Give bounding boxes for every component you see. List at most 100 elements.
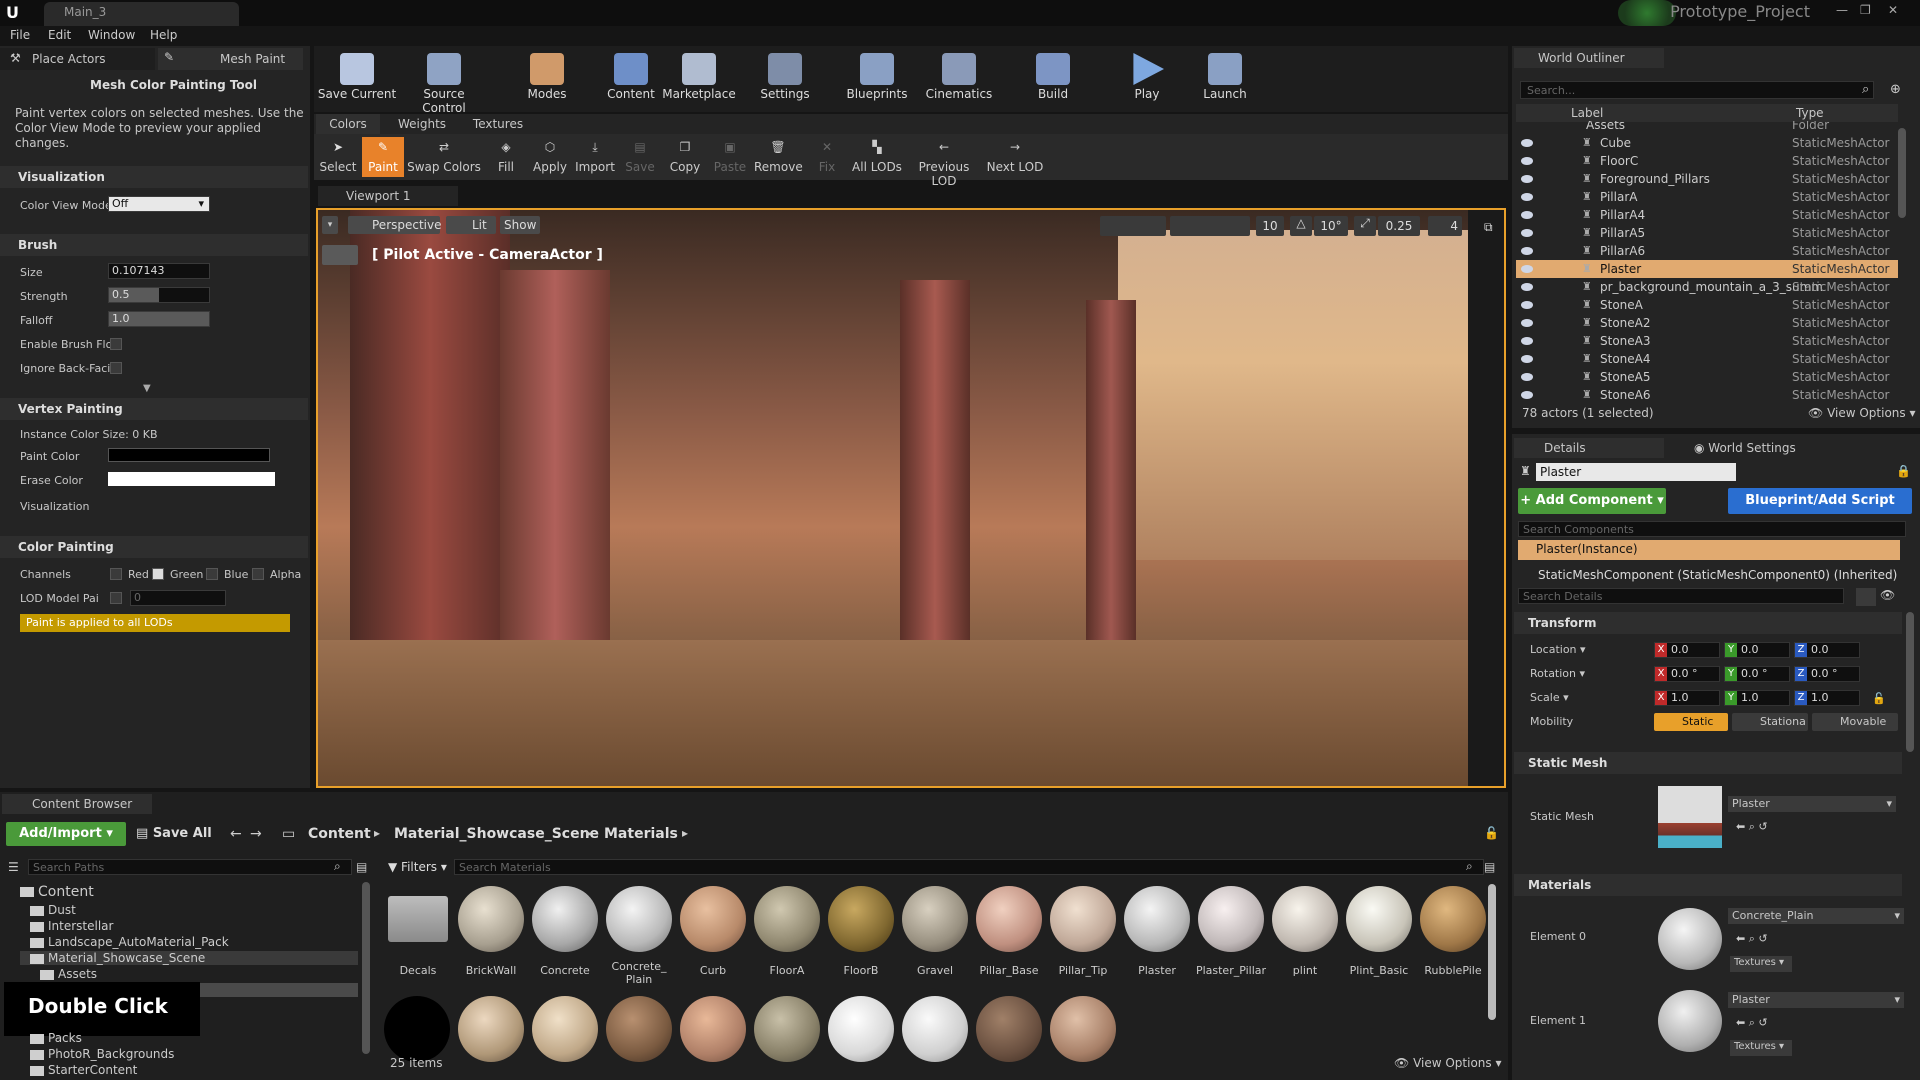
next-lod-button[interactable]: → Next LOD [984, 137, 1046, 177]
size-field[interactable]: 0.107143 [108, 263, 210, 279]
save-all-button[interactable]: ▤ Save All [136, 826, 212, 841]
save-current-button[interactable]: Save Current [316, 50, 398, 108]
path-view-options-icon[interactable]: ▤ [356, 860, 370, 874]
tab-weights[interactable]: Weights [390, 114, 454, 134]
outliner-view-options[interactable]: 👁 View Options ▾ [1808, 406, 1916, 420]
visibility-eye-icon[interactable] [1521, 265, 1533, 273]
erase-color-swatch[interactable] [108, 472, 275, 486]
column-label-header[interactable]: Label [1571, 106, 1603, 120]
select-tool-button[interactable]: ➤ Select [318, 137, 358, 177]
previous-lod-button[interactable]: ← Previous LOD [906, 137, 982, 188]
outliner-add-icon[interactable]: ⊕ [1890, 82, 1901, 97]
asset-thumb-row2-9[interactable] [976, 996, 1042, 1062]
alpha-channel-checkbox[interactable] [252, 568, 264, 580]
menu-help[interactable]: Help [150, 28, 177, 42]
transform-mode-icons[interactable] [1100, 216, 1166, 236]
rotation-y-field[interactable]: Y 0.0 ° [1724, 666, 1790, 682]
visibility-eye-icon[interactable] [1521, 229, 1533, 237]
component-instance-row[interactable]: Plaster(Instance) [1518, 540, 1900, 560]
element1-dropdown[interactable]: Plaster ▾ [1728, 992, 1904, 1008]
asset-thumb-row2-5[interactable] [680, 996, 746, 1062]
search-paths-input[interactable]: Search Paths [28, 859, 352, 875]
visibility-eye-icon[interactable] [1521, 391, 1533, 399]
element1-thumbnail[interactable] [1658, 990, 1722, 1052]
transform-section-header[interactable]: Transform [1514, 612, 1902, 634]
tree-interstellar[interactable]: Interstellar [30, 919, 113, 933]
outliner-row[interactable]: ♜ StoneA2 StaticMeshActor [1516, 314, 1898, 332]
menu-window[interactable]: Window [88, 28, 135, 42]
tab-mesh-paint[interactable]: Mesh Paint [158, 48, 303, 70]
play-button[interactable]: Play [1106, 50, 1188, 108]
visibility-eye-icon[interactable] [1521, 211, 1533, 219]
modes-button[interactable]: Modes [506, 50, 588, 108]
scale-z-field[interactable]: Z 1.0 [1794, 690, 1860, 706]
all-lods-button[interactable]: ▚ All LODs [852, 137, 902, 177]
visibility-eye-icon[interactable] [1521, 337, 1533, 345]
tree-photor[interactable]: PhotoR_Backgrounds [30, 1047, 174, 1061]
show-button[interactable]: Show [500, 216, 540, 234]
asset-pillar-tip-thumb[interactable] [1050, 886, 1116, 952]
asset-rubblepile-thumb[interactable] [1420, 886, 1486, 952]
paste-button[interactable]: ▣ Paste [710, 137, 750, 177]
visibility-eye-icon[interactable] [1521, 301, 1533, 309]
asset-thumb-row2-1[interactable] [384, 996, 450, 1062]
breadcrumb-content[interactable]: Content [308, 826, 371, 842]
outliner-row[interactable]: ♜ Plaster StaticMeshActor [1516, 260, 1898, 278]
asset-plint-thumb[interactable] [1272, 886, 1338, 952]
tree-packs[interactable]: Packs [30, 1031, 82, 1045]
visualization-sub-label[interactable]: Visualization [20, 500, 89, 513]
perspective-button[interactable]: Perspective [348, 216, 442, 234]
asset-thumb-row2-8[interactable] [902, 996, 968, 1062]
blueprints-button[interactable]: Blueprints [836, 50, 918, 108]
forward-icon[interactable]: → [250, 826, 262, 842]
vertex-painting-section-header[interactable]: Vertex Painting [0, 398, 308, 420]
mobility-static-button[interactable]: Static [1654, 713, 1728, 731]
outliner-row[interactable]: ♜ PillarA StaticMeshActor [1516, 188, 1898, 206]
settings-button[interactable]: Settings [744, 50, 826, 108]
green-channel-checkbox[interactable] [152, 568, 164, 580]
level-tab[interactable]: Main_3 [44, 2, 239, 26]
lod-model-field[interactable]: 0 [130, 590, 226, 606]
expand-advanced-icon[interactable]: ▼ [143, 383, 151, 394]
tree-material-showcase[interactable]: Material_Showcase_Scene [20, 951, 358, 965]
asset-thumb-row2-2[interactable] [458, 996, 524, 1062]
static-mesh-section-header[interactable]: Static Mesh [1514, 752, 1902, 774]
rotation-z-field[interactable]: Z 0.0 ° [1794, 666, 1860, 682]
back-icon[interactable]: ← [230, 826, 242, 842]
tree-dust[interactable]: Dust [30, 903, 76, 917]
outliner-row[interactable]: ♜ PillarA6 StaticMeshActor [1516, 242, 1898, 260]
static-mesh-dropdown[interactable]: Plaster ▾ [1728, 796, 1896, 812]
outliner-row[interactable]: ♜ PillarA5 StaticMeshActor [1516, 224, 1898, 242]
tab-textures[interactable]: Textures [466, 114, 530, 134]
asset-scrollbar[interactable] [1488, 884, 1496, 1020]
outliner-row[interactable]: ♜ pr_background_mountain_a_3_summ StaticMe… [1516, 278, 1898, 296]
outliner-scrollbar[interactable] [1898, 128, 1906, 218]
mesh-use-selected-icon[interactable]: ⬅ ⌕ ↺ [1736, 820, 1768, 834]
viewport-options-button[interactable]: ▾ [322, 216, 338, 234]
visibility-eye-icon[interactable] [1521, 355, 1533, 363]
visibility-eye-icon[interactable] [1521, 193, 1533, 201]
scale-snap-icon[interactable]: ⤢ [1354, 216, 1376, 236]
minimize-icon[interactable]: — [1836, 3, 1848, 17]
blue-channel-checkbox[interactable] [206, 568, 218, 580]
coordinate-icons[interactable] [1170, 216, 1250, 236]
asset-view-options-icon[interactable]: ▤ [1484, 860, 1495, 874]
tree-starter-content[interactable]: StarterContent [30, 1063, 137, 1077]
decals-folder-icon[interactable] [388, 896, 448, 942]
outliner-row[interactable]: ♜ PillarA4 StaticMeshActor [1516, 206, 1898, 224]
location-label[interactable]: Location ▾ [1530, 643, 1586, 656]
content-view-options[interactable]: 👁 View Options ▾ [1394, 1056, 1502, 1070]
element0-textures-button[interactable]: Textures ▾ [1730, 956, 1792, 972]
cinematics-button[interactable]: Cinematics [918, 50, 1000, 108]
tree-landscape[interactable]: Landscape_AutoMaterial_Pack [30, 935, 229, 949]
details-scrollbar[interactable] [1906, 612, 1914, 752]
add-component-button[interactable]: + Add Component ▾ [1518, 488, 1666, 514]
remove-button[interactable]: 🗑 Remove [754, 137, 803, 177]
asset-curb-thumb[interactable] [680, 886, 746, 952]
element0-actions-icon[interactable]: ⬅ ⌕ ↺ [1736, 932, 1768, 946]
close-icon[interactable]: ✕ [1888, 3, 1898, 17]
falloff-slider[interactable]: 1.0 [108, 311, 210, 327]
visibility-eye-icon[interactable] [1521, 319, 1533, 327]
lod-model-checkbox[interactable] [110, 592, 122, 604]
lock-icon[interactable]: 🔒 [1896, 464, 1911, 478]
